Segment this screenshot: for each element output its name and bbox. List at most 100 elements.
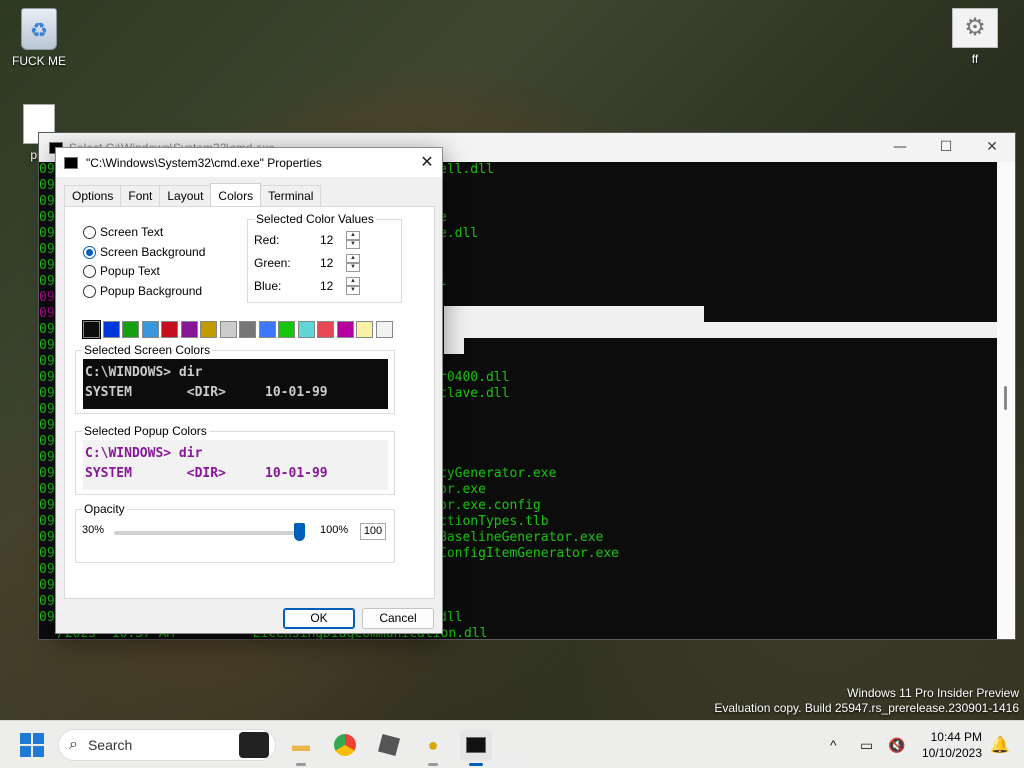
color-swatch[interactable] <box>317 321 334 338</box>
selection-highlight <box>444 306 704 322</box>
radio-popup-text[interactable]: Popup Text <box>83 264 160 278</box>
opacity-group: Opacity 30% 100% 100 <box>75 502 395 563</box>
red-row: Red: 12 ▲ ▼ <box>254 231 360 249</box>
file-explorer-icon[interactable]: ▬ <box>285 729 317 766</box>
red-input[interactable]: 12 <box>318 231 346 249</box>
color-swatch[interactable] <box>82 320 101 339</box>
screen-colors-group: Selected Screen Colors C:\WINDOWS> dir SY… <box>75 343 395 414</box>
network-icon[interactable]: ▭ <box>860 721 873 768</box>
ok-button[interactable]: OK <box>283 608 355 629</box>
radio-button-checked[interactable] <box>83 245 96 259</box>
tab-options[interactable]: Options <box>64 185 122 206</box>
color-swatch[interactable] <box>278 321 295 338</box>
color-swatch[interactable] <box>180 321 198 338</box>
cmd-icon <box>64 156 78 169</box>
spin-up-icon[interactable]: ▲ <box>346 277 360 286</box>
desktop-icon-ff[interactable]: ⚙ ff <box>940 8 1010 66</box>
recycle-bin-icon <box>21 8 57 50</box>
dialog-close-button[interactable]: ✕ <box>412 148 442 177</box>
color-swatch[interactable] <box>141 321 159 338</box>
radio-screen-text[interactable]: Screen Text <box>83 225 163 239</box>
blue-row: Blue: 12 ▲ ▼ <box>254 277 360 295</box>
roblox-icon[interactable] <box>373 729 405 761</box>
start-button[interactable] <box>20 733 44 757</box>
color-palette <box>82 320 395 339</box>
spin-up-icon[interactable]: ▲ <box>346 254 360 263</box>
opacity-max-label: 100% <box>320 524 349 536</box>
evaluation-watermark: Windows 11 Pro Insider Preview Evaluatio… <box>714 686 1019 715</box>
tab-layout[interactable]: Layout <box>159 185 212 206</box>
clock[interactable]: 10:44 PM 10/10/2023 <box>922 729 982 761</box>
color-swatch[interactable] <box>336 321 354 338</box>
search-highlight-image <box>239 732 269 758</box>
popup-colors-group: Selected Popup Colors C:\WINDOWS> dir SYS… <box>75 424 395 495</box>
radio-button[interactable] <box>83 264 96 278</box>
close-button[interactable]: ✕ <box>969 133 1015 162</box>
blue-spinner[interactable]: 12 ▲ ▼ <box>318 277 360 295</box>
cmd-line: clave.dll <box>439 386 510 401</box>
chrome-icon[interactable] <box>329 729 361 761</box>
spin-down-icon[interactable]: ▼ <box>346 263 360 272</box>
terminal-icon[interactable] <box>460 729 492 766</box>
color-swatch[interactable] <box>161 321 178 338</box>
red-spinner[interactable]: 12 ▲ ▼ <box>318 231 360 249</box>
radio-screen-background[interactable]: Screen Background <box>83 245 205 259</box>
scroll-thumb[interactable] <box>1004 386 1007 410</box>
cmd-line: e.dll <box>439 226 479 241</box>
cmd-line: BaselineGenerator.exe <box>439 530 604 545</box>
dialog-title: "C:\Windows\System32\cmd.exe" Properties <box>86 155 322 170</box>
tab-strip: Options Font Layout Colors Terminal <box>64 183 322 206</box>
cmd-scrollbar[interactable] <box>997 162 1015 639</box>
selection-highlight <box>444 322 997 338</box>
green-input[interactable]: 12 <box>318 254 346 272</box>
selection-highlight <box>444 338 464 354</box>
taskbar-search[interactable]: ⌕ Search <box>58 729 276 761</box>
bee-app-icon[interactable]: ● <box>417 729 449 766</box>
taskbar: ⌕ Search ▬ ● ^ ▭ 🔇 10:44 PM 10/10/2023 🔔 <box>0 720 1024 768</box>
tab-font[interactable]: Font <box>120 185 161 206</box>
spin-down-icon[interactable]: ▼ <box>346 286 360 295</box>
cmd-line: ctionTypes.tlb <box>439 514 549 529</box>
search-icon: ⌕ <box>69 736 78 753</box>
radio-button[interactable] <box>83 225 96 239</box>
color-swatch[interactable] <box>375 321 393 338</box>
tab-terminal[interactable]: Terminal <box>260 185 322 206</box>
color-swatch[interactable] <box>356 321 373 338</box>
opacity-value-input[interactable]: 100 <box>360 523 386 540</box>
minimize-button[interactable]: — <box>877 133 923 162</box>
opacity-min-label: 30% <box>82 524 105 536</box>
search-placeholder: Search <box>87 737 133 753</box>
cancel-button[interactable]: Cancel <box>362 608 434 629</box>
spin-down-icon[interactable]: ▼ <box>346 240 360 249</box>
color-swatch[interactable] <box>102 321 120 338</box>
spin-up-icon[interactable]: ▲ <box>346 231 360 240</box>
dialog-titlebar[interactable]: "C:\Windows\System32\cmd.exe" Properties <box>56 148 442 177</box>
color-swatch[interactable] <box>122 321 139 338</box>
colors-panel: Screen Text Screen Background Popup Text… <box>64 206 435 599</box>
notification-bell-icon[interactable]: 🔔 <box>990 735 1010 755</box>
maximize-button[interactable]: ☐ <box>923 133 969 162</box>
color-swatch[interactable] <box>200 321 217 338</box>
blue-input[interactable]: 12 <box>318 277 346 295</box>
opacity-slider-thumb[interactable] <box>294 523 305 541</box>
popup-colors-preview: C:\WINDOWS> dir SYSTEM <DIR> 10-01-99 <box>83 440 388 490</box>
tray-overflow-chevron[interactable]: ^ <box>830 721 837 768</box>
color-swatch[interactable] <box>219 321 237 338</box>
desktop-icon-recycle-bin[interactable]: FUCK ME <box>4 8 74 68</box>
tab-colors[interactable]: Colors <box>210 183 262 206</box>
cmd-line: ell.dll <box>439 162 494 177</box>
color-swatch[interactable] <box>258 321 276 338</box>
color-swatch[interactable] <box>239 321 256 338</box>
radio-button[interactable] <box>83 284 96 298</box>
cmd-line: ConfigItemGenerator.exe <box>439 546 620 561</box>
opacity-slider-track[interactable] <box>114 531 300 535</box>
screen-colors-preview: C:\WINDOWS> dir SYSTEM <DIR> 10-01-99 <box>83 359 388 409</box>
green-spinner[interactable]: 12 ▲ ▼ <box>318 254 360 272</box>
cmd-line: cyGenerator.exe <box>439 466 557 481</box>
gear-icon: ⚙ <box>952 8 998 48</box>
radio-popup-background[interactable]: Popup Background <box>83 284 202 298</box>
volume-muted-icon[interactable]: 🔇 <box>888 721 905 768</box>
desktop-icon-label: FUCK ME <box>12 54 66 68</box>
properties-dialog[interactable]: "C:\Windows\System32\cmd.exe" Properties… <box>55 147 443 634</box>
color-swatch[interactable] <box>297 321 315 338</box>
